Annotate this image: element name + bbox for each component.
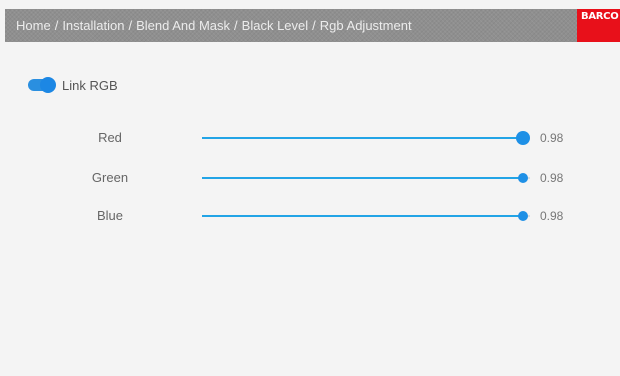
breadcrumb-home[interactable]: Home	[16, 10, 51, 41]
breadcrumb-separator: /	[54, 18, 59, 33]
green-slider-fill	[202, 177, 524, 179]
green-slider[interactable]	[202, 173, 530, 183]
blue-label: Blue	[96, 208, 124, 223]
green-slider-thumb[interactable]	[518, 173, 529, 183]
slider-row-blue: Blue 0.98	[0, 206, 620, 226]
breadcrumb-separator: /	[234, 18, 238, 33]
breadcrumb-separator: /	[312, 18, 316, 33]
green-value: 0.98	[540, 171, 564, 185]
red-slider-fill	[202, 137, 524, 139]
barco-logo: BARCO	[577, 9, 620, 42]
header-bar: Home / Installation / Blend And Mask / B…	[5, 9, 620, 42]
blue-slider[interactable]	[202, 211, 530, 221]
red-slider-thumb[interactable]	[516, 131, 531, 145]
red-value: 0.98	[540, 131, 564, 145]
blue-slider-thumb[interactable]	[518, 211, 529, 221]
breadcrumb-rgb-adjustment: Rgb Adjustment	[319, 18, 412, 33]
green-label: Green	[91, 170, 129, 185]
link-rgb-toggle[interactable]	[28, 77, 56, 93]
blue-value: 0.98	[540, 209, 564, 223]
breadcrumb-separator: /	[128, 18, 133, 33]
slider-row-green: Green 0.98	[0, 168, 620, 188]
breadcrumb-black-level[interactable]: Black Level	[242, 10, 308, 41]
toggle-knob[interactable]	[40, 77, 56, 93]
breadcrumb-installation[interactable]: Installation	[62, 10, 124, 41]
red-label: Red	[98, 130, 122, 145]
red-slider[interactable]	[202, 131, 531, 145]
link-rgb-label: Link RGB	[62, 77, 118, 93]
breadcrumb: Home / Installation / Blend And Mask / B…	[16, 9, 412, 42]
link-rgb-row: Link RGB	[28, 75, 118, 95]
slider-row-red: Red 0.98	[0, 128, 620, 148]
blue-slider-fill	[202, 215, 524, 217]
breadcrumb-blend-and-mask[interactable]: Blend And Mask	[136, 10, 230, 41]
